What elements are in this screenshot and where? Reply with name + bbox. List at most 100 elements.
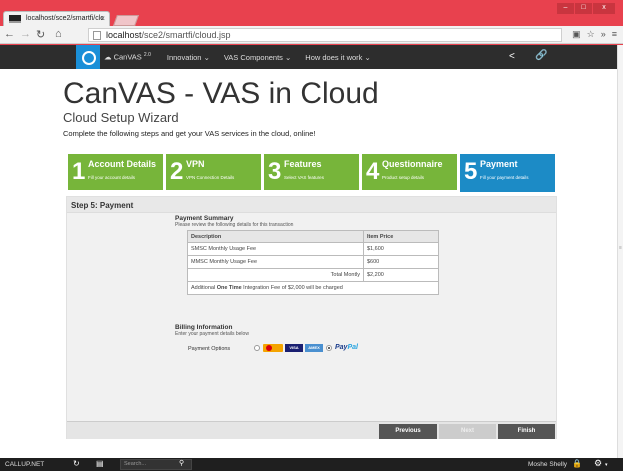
step-number: 2 (170, 158, 184, 185)
nav-label-vas-components: VAS Components (223, 52, 283, 62)
previous-button[interactable]: Previous (379, 424, 437, 439)
nav-item-canvas[interactable]: ☁ CanVAS 2.0 (104, 52, 151, 62)
step-title: Account Details (88, 159, 157, 169)
next-button[interactable]: Next (439, 424, 496, 439)
taskbar-brand[interactable]: CALLUP.NET (5, 461, 44, 468)
nav-label-how-it-works: How does it work (305, 52, 363, 62)
nav-item-vas-components[interactable]: VAS Components ⌄ (224, 53, 291, 62)
column-header-description: Description (187, 230, 364, 243)
page-info-icon (93, 31, 101, 40)
back-arrow-icon[interactable]: ← (4, 28, 15, 40)
print-icon[interactable]: ▤ (96, 459, 104, 468)
minimize-button[interactable]: – (557, 3, 574, 14)
row-description: SMSC Monthly Usage Fee (187, 242, 364, 256)
credit-card-radio[interactable] (254, 345, 260, 351)
browser-tab[interactable]: localhost/sce2/smartfi/clc × (3, 11, 110, 26)
link-icon[interactable]: 🔗 (535, 50, 547, 61)
extensions-chevron-icon[interactable]: » (601, 29, 606, 40)
chevron-down-icon: ⌄ (362, 52, 371, 62)
page-favicon-icon (9, 15, 21, 23)
step-questionnaire[interactable]: 4 Questionnaire Product setup details (362, 154, 457, 190)
row-price: $600 (363, 255, 439, 269)
refresh-icon[interactable]: ↻ (73, 459, 80, 468)
step-number: 3 (268, 158, 282, 185)
payment-summary-table: Description Item Price SMSC Monthly Usag… (187, 230, 439, 295)
tab-title: localhost/sce2/smartfi/clc (26, 15, 104, 22)
cloud-icon: ☁ (104, 52, 114, 62)
amex-card-icon: AMEX (305, 344, 323, 352)
table-row: SMSC Monthly Usage Fee $1,600 (187, 242, 439, 256)
step-number: 4 (366, 158, 380, 185)
gear-icon[interactable]: ⚙ (594, 458, 602, 469)
step-subtitle: VPN Connection Details (186, 175, 235, 180)
page-scrollbar[interactable]: ≡ (617, 45, 623, 458)
nav-item-innovation[interactable]: Innovation ⌄ (167, 53, 210, 62)
page-subtitle: Cloud Setup Wizard (63, 110, 179, 125)
scrollbar-grip-icon: ≡ (619, 245, 622, 251)
share-icon[interactable]: < (509, 51, 515, 62)
table-header-row: Description Item Price (187, 230, 439, 243)
search-icon[interactable]: ⚲ (179, 459, 184, 467)
url-host: localhost (106, 30, 142, 40)
bottom-taskbar: CALLUP.NET ↻ ▤ Search... ⚲ Moshe Shelly … (0, 458, 623, 471)
finish-button[interactable]: Finish (498, 424, 555, 439)
step-title: VPN (186, 159, 205, 169)
chevron-down-icon: ⌄ (201, 52, 210, 62)
nav-item-how-it-works[interactable]: How does it work ⌄ (305, 53, 370, 62)
paypal-logo: PayPal (335, 344, 358, 351)
app-header: ☁ CanVAS 2.0 Innovation ⌄ VAS Components… (0, 45, 617, 69)
step-payment[interactable]: 5 Payment Fill your payment details (460, 154, 555, 192)
integration-fee-note: Additional One Time Integration Fee of $… (187, 281, 439, 295)
table-row: MMSC Monthly Usage Fee $600 (187, 255, 439, 269)
step-subtitle: Product setup details (382, 175, 425, 180)
paypal-logo-pay: Pay (335, 344, 348, 351)
total-value: $2,200 (363, 268, 439, 282)
browser-menu-icon[interactable]: ≡ (612, 29, 617, 40)
paypal-logo-pal: Pal (347, 344, 358, 351)
chevron-down-icon[interactable]: ▾ (605, 462, 608, 468)
step-account-details[interactable]: 1 Account Details Fill your account deta… (68, 154, 163, 190)
visa-card-icon: VISA (285, 344, 303, 352)
billing-info-title: Billing Information (175, 324, 233, 331)
payment-panel: Step 5: Payment Payment Summary Please r… (66, 196, 557, 439)
panel-body: Payment Summary Please review the follow… (67, 213, 556, 439)
step-vpn[interactable]: 2 VPN VPN Connection Details (166, 154, 261, 190)
home-icon[interactable]: ⌂ (55, 28, 62, 40)
close-window-button[interactable]: x (593, 3, 615, 14)
step-features[interactable]: 3 Features Select VAS features (264, 154, 359, 190)
fee-bold: One Time (216, 285, 242, 291)
tab-close-icon[interactable]: × (100, 14, 105, 23)
chevron-down-icon: ⌄ (282, 52, 292, 62)
panel-heading: Step 5: Payment (67, 197, 556, 213)
url-input[interactable]: localhost/sce2/smartfi/cloud.jsp (88, 28, 562, 42)
step-subtitle: Select VAS features (284, 175, 324, 180)
wizard-steps: 1 Account Details Fill your account deta… (68, 154, 556, 192)
column-header-price: Item Price (363, 230, 439, 243)
step-title: Payment (480, 159, 518, 169)
browser-titlebar: localhost/sce2/smartfi/clc × – □ x (0, 0, 623, 26)
new-tab-button[interactable] (112, 15, 140, 26)
step-number: 1 (72, 158, 86, 185)
cast-icon[interactable]: ▣ (572, 29, 581, 40)
nav-label-innovation: Innovation (166, 52, 202, 62)
page-content: CanVAS - VAS in Cloud Cloud Setup Wizard… (0, 69, 617, 458)
brand-logo-icon[interactable] (76, 45, 100, 69)
maximize-button[interactable]: □ (575, 3, 592, 14)
total-label: Total Montly (187, 268, 364, 282)
bookmark-star-icon[interactable]: ☆ (587, 29, 595, 40)
mastercard-icon (263, 344, 283, 352)
product-version: 2.0 (143, 52, 151, 59)
row-description: MMSC Monthly Usage Fee (187, 255, 364, 269)
wizard-footer: Previous Next Finish (67, 421, 556, 439)
user-name[interactable]: Moshe Shelly (528, 461, 567, 468)
url-path: /sce2/smartfi/cloud.jsp (141, 30, 231, 40)
billing-info-subtitle: Enter your payment details below (175, 331, 249, 337)
app-nav: ☁ CanVAS 2.0 Innovation ⌄ VAS Components… (104, 45, 385, 69)
address-bar-actions: ▣ ☆ » ≡ (572, 29, 617, 40)
payment-summary-subtitle: Please review the following details for … (175, 222, 294, 228)
reload-icon[interactable]: ↻ (36, 28, 45, 41)
paypal-radio[interactable] (326, 345, 332, 351)
product-label: CanVAS (113, 52, 142, 62)
lock-icon[interactable]: 🔒 (572, 459, 582, 468)
forward-arrow-icon[interactable]: → (20, 28, 31, 40)
